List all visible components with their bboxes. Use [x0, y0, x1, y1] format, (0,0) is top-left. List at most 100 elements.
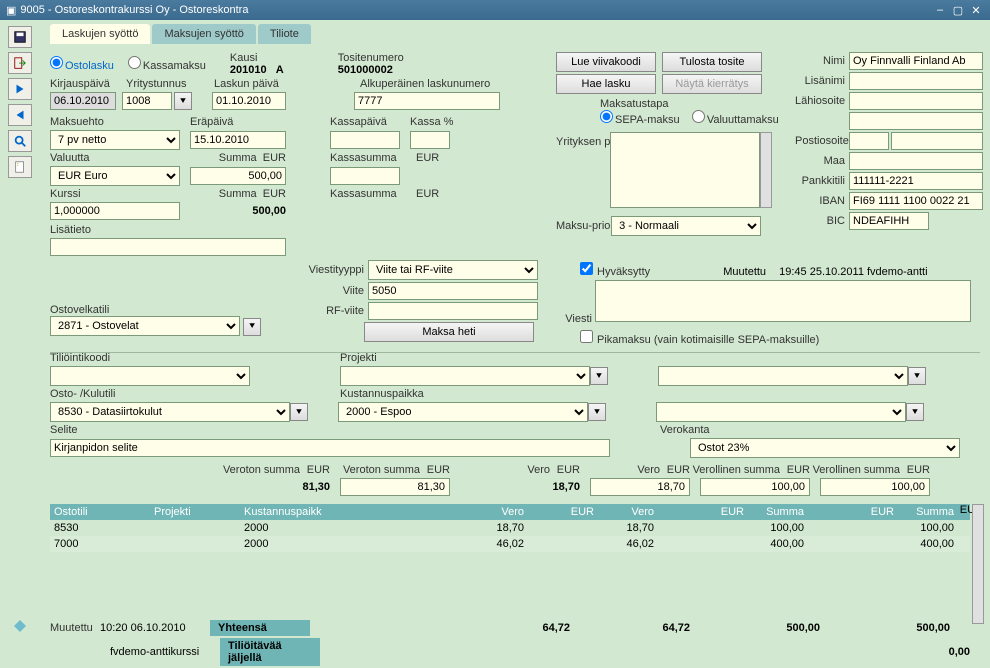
jaljella-value: 0,00 — [840, 646, 970, 658]
extra-lookup-1[interactable]: ⯆ — [908, 367, 926, 385]
kassasumma-input[interactable] — [330, 167, 400, 185]
ostovelkatili-select[interactable]: 2871 - Ostovelat — [50, 316, 240, 336]
save-icon[interactable] — [8, 26, 32, 48]
bic-input[interactable] — [849, 212, 929, 230]
extra-select-1[interactable] — [658, 366, 908, 386]
yritystunnus-label: Yritystunnus — [126, 78, 187, 90]
projekti-label: Projekti — [340, 352, 377, 364]
lisanimi-input[interactable] — [849, 72, 983, 90]
summa-eur-value: 500,00 — [190, 205, 286, 217]
ostolasku-radio[interactable] — [50, 56, 63, 69]
erapaiva-label: Eräpäivä — [190, 116, 233, 128]
viesti-textarea[interactable] — [595, 280, 971, 322]
maa-input[interactable] — [849, 152, 983, 170]
maksuehto-select[interactable]: 7 pv netto — [50, 130, 180, 150]
viite-input[interactable] — [368, 282, 538, 300]
maksa-heti-btn[interactable]: Maksa heti — [364, 322, 534, 342]
lahiosoite-input[interactable] — [849, 92, 983, 110]
bank-accounts-list[interactable] — [610, 132, 760, 208]
rfviite-label: RF-viite — [294, 305, 364, 317]
lahiosoite-label: Lähiosoite — [795, 95, 845, 107]
veroton2-value: 81,30 — [340, 478, 450, 496]
iban-label: IBAN — [795, 195, 845, 207]
selite-label: Selite — [50, 424, 78, 436]
pikamaksu-label: Pikamaksu (vain kotimaisille SEPA-maksui… — [580, 334, 819, 346]
viestityyppi-select[interactable]: Viite tai RF-viite — [368, 260, 538, 280]
maksuehto-label: Maksuehto — [50, 116, 104, 128]
print-voucher-btn[interactable]: Tulosta tosite — [662, 52, 762, 72]
get-invoice-btn[interactable]: Hae lasku — [556, 74, 656, 94]
kassapaiva-input[interactable] — [330, 131, 400, 149]
close-btn[interactable]: ✕ — [968, 4, 984, 17]
table-scrollbar[interactable] — [972, 504, 984, 624]
maa-label: Maa — [795, 155, 845, 167]
alkuperainen-input[interactable] — [354, 92, 500, 110]
kurssi-input[interactable] — [50, 202, 180, 220]
maximize-btn[interactable]: ▢ — [950, 4, 966, 17]
tot-sum1: 500,00 — [690, 622, 820, 634]
prev-icon[interactable] — [8, 104, 32, 126]
summa-label: Summa — [219, 152, 257, 164]
search-icon[interactable] — [8, 130, 32, 152]
muutettu-value: 19:45 25.10.2011 fvdemo-antti — [779, 266, 927, 278]
hyvaksytty-chk[interactable] — [580, 262, 593, 275]
kurssi-label: Kurssi — [50, 188, 81, 200]
nimi-input[interactable] — [849, 52, 983, 70]
maksupri-select[interactable]: 3 - Normaali — [611, 216, 761, 236]
tab-invoices[interactable]: Laskujen syöttö — [50, 24, 150, 44]
ostovelkatili-lookup[interactable]: ⯆ — [243, 318, 261, 336]
sepa-label: SEPA-maksu — [600, 114, 680, 126]
tot-vero1: 64,72 — [490, 622, 570, 634]
postinro-input[interactable] — [849, 132, 889, 150]
kirjauspaiva-input[interactable] — [50, 92, 116, 110]
maksatapa-label: Maksatustapa — [600, 98, 668, 110]
ostokulutili-label: Osto- /Kulutili — [50, 388, 115, 400]
exit-icon[interactable] — [8, 52, 32, 74]
extra-lookup-2[interactable]: ⯆ — [906, 403, 924, 421]
postitmp-input[interactable] — [891, 132, 983, 150]
pankkitili-label: Pankkitili — [795, 175, 845, 187]
ostokulutili-lookup[interactable]: ⯆ — [290, 403, 308, 421]
sepa-radio[interactable] — [600, 110, 613, 123]
rfviite-input[interactable] — [368, 302, 538, 320]
valuutta-select[interactable]: EUR Euro — [50, 166, 180, 186]
kassamaksu-radio[interactable] — [128, 56, 141, 69]
laskunpaiva-label: Laskun päivä — [214, 78, 279, 90]
brand-logo — [6, 612, 34, 640]
minimize-btn[interactable]: – — [932, 4, 948, 17]
tiliointikoodi-select[interactable] — [50, 366, 250, 386]
lisatieto-input[interactable] — [50, 238, 286, 256]
projekti-lookup[interactable]: ⯆ — [590, 367, 608, 385]
kustannuspaikka-select[interactable]: 2000 - Espoo — [338, 402, 588, 422]
summa-input[interactable] — [190, 167, 286, 185]
extra-select-2[interactable] — [656, 402, 906, 422]
ostokulutili-select[interactable]: 8530 - Datasiirtokulut — [50, 402, 290, 422]
read-barcode-btn[interactable]: Lue viivakoodi — [556, 52, 656, 72]
table-row[interactable]: 7000200046,0246,02400,00400,00 — [50, 536, 970, 552]
tab-payments[interactable]: Maksujen syöttö — [152, 24, 255, 44]
next-icon[interactable] — [8, 78, 32, 100]
yritystunnus-input[interactable] — [122, 92, 172, 110]
yritystunnus-lookup[interactable]: ⯆ — [174, 92, 192, 110]
lahiosoite2-input[interactable] — [849, 112, 983, 130]
kassapct-label: Kassa % — [410, 116, 453, 128]
show-routing-btn[interactable]: Näytä kierrätys — [662, 74, 762, 94]
selite-input[interactable] — [50, 439, 610, 457]
new-icon[interactable] — [8, 156, 32, 178]
bic-label: BIC — [795, 215, 845, 227]
table-row[interactable]: 8530200018,7018,70100,00100,00 — [50, 520, 970, 536]
kp-lookup[interactable]: ⯆ — [588, 403, 606, 421]
kassapct-input[interactable] — [410, 131, 450, 149]
kausi-value: 201010 — [230, 64, 267, 76]
iban-input[interactable] — [849, 192, 983, 210]
verokanta-select[interactable]: Ostot 23% — [690, 438, 960, 458]
projekti-select[interactable] — [340, 366, 590, 386]
valuuttamaksu-radio[interactable] — [692, 110, 705, 123]
pikamaksu-chk[interactable] — [580, 330, 593, 343]
bank-scrollbar[interactable] — [760, 132, 772, 208]
laskunpaiva-input[interactable] — [212, 92, 286, 110]
erapaiva-input[interactable] — [190, 131, 286, 149]
alkuperainen-label: Alkuperäinen laskunumero — [360, 78, 490, 90]
tab-statement[interactable]: Tiliote — [258, 24, 311, 44]
pankkitili-input[interactable] — [849, 172, 983, 190]
